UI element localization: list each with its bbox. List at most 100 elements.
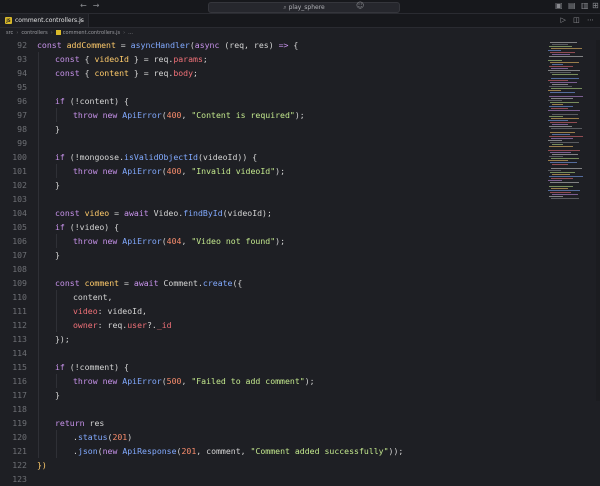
- minimap-line: [551, 108, 569, 109]
- code-token: status: [77, 432, 108, 442]
- code-line[interactable]: 101 throw new ApiError(400, "Invalid vide…: [0, 164, 544, 178]
- minimap-line: [550, 62, 579, 63]
- code-line[interactable]: 115 if (!comment) {: [0, 360, 544, 374]
- indent-guide: [56, 290, 57, 332]
- code-token: (videoId);: [222, 208, 272, 218]
- code-text: throw new ApiError(500, "Failed to add c…: [73, 374, 315, 388]
- toggle-sidebar-icon[interactable]: ▣: [555, 1, 563, 10]
- code-line[interactable]: 114: [0, 346, 544, 360]
- code-line[interactable]: 99: [0, 136, 544, 150]
- code-line[interactable]: 97 throw new ApiError(400, "Content is re…: [0, 108, 544, 122]
- code-line[interactable]: 106 throw new ApiError(404, "Video not fo…: [0, 234, 544, 248]
- code-token: ({: [232, 278, 243, 288]
- code-token: content,: [73, 292, 113, 302]
- split-editor-icon[interactable]: ◫: [573, 16, 580, 24]
- code-line[interactable]: 112 owner: req.user?._id: [0, 318, 544, 332]
- code-line[interactable]: 117}: [0, 388, 544, 402]
- minimap-line: [549, 196, 563, 197]
- layout-icon[interactable]: ⊞: [592, 1, 599, 10]
- code-line[interactable]: 109 const comment = await Comment.create(…: [0, 276, 544, 290]
- minimap-line: [552, 144, 563, 145]
- line-number: 110: [12, 292, 27, 302]
- minimap-line: [550, 152, 571, 153]
- minimap-line: [548, 120, 568, 121]
- code-token: ): [127, 432, 133, 442]
- code-line[interactable]: 100 if (!mongoose.isValidObjectId(videoId…: [0, 150, 544, 164]
- minimap-line: [550, 52, 576, 53]
- code-line[interactable]: 118: [0, 402, 544, 416]
- breadcrumb-symbol[interactable]: ...: [128, 30, 133, 36]
- line-number: 107: [12, 250, 27, 260]
- minimap-line: [549, 46, 573, 47]
- code-text: .json(new ApiResponse(201, comment, "Com…: [73, 444, 403, 458]
- breadcrumb-src[interactable]: src: [6, 30, 13, 36]
- line-number: 105: [12, 222, 27, 232]
- minimap-line: [550, 162, 577, 163]
- code-line[interactable]: 103: [0, 192, 544, 206]
- minimap-line: [549, 86, 573, 87]
- line-number: 92: [17, 40, 27, 50]
- minimap-line: [552, 134, 570, 135]
- code-line[interactable]: 111 video: videoId,: [0, 304, 544, 318]
- close-icon[interactable]: ×: [78, 14, 83, 27]
- minimap-line: [551, 68, 569, 69]
- code-text: const { content } = req.body;: [55, 66, 198, 80]
- code-line[interactable]: 107}: [0, 248, 544, 262]
- code-token: ?.: [146, 320, 157, 330]
- code-line[interactable]: 120 .status(201): [0, 430, 544, 444]
- code-line[interactable]: 108: [0, 262, 544, 276]
- code-token: {: [84, 68, 95, 78]
- minimap-line: [548, 60, 563, 61]
- code-token: "Invalid videoId": [191, 166, 276, 176]
- code-line[interactable]: 92 const addComment = asyncHandler(async …: [0, 38, 544, 52]
- tab-comment-controllers[interactable]: JS comment.controllers.js ×: [0, 14, 89, 27]
- code-line[interactable]: 110 content,: [0, 290, 544, 304]
- code-line[interactable]: 113});: [0, 332, 544, 346]
- code-token: throw new: [73, 236, 123, 246]
- command-center-search[interactable]: ⌕ play_sphere: [208, 2, 400, 13]
- minimap-line: [551, 98, 573, 99]
- toggle-panel-icon[interactable]: ▤: [568, 1, 576, 10]
- code-token: ,: [181, 376, 192, 386]
- run-icon[interactable]: ▷: [561, 16, 566, 24]
- code-line[interactable]: 96 if (!content) {: [0, 94, 544, 108]
- line-number: 100: [12, 152, 27, 162]
- toggle-secondary-sidebar-icon[interactable]: ▥: [581, 1, 589, 10]
- code-editor[interactable]: 92 const addComment = asyncHandler(async …: [0, 38, 544, 484]
- code-line[interactable]: 122}): [0, 458, 544, 472]
- code-line[interactable]: 121 .json(new ApiResponse(201, comment, "…: [0, 444, 544, 458]
- code-token: addComment: [66, 40, 116, 50]
- forward-arrow-icon[interactable]: →: [93, 1, 106, 10]
- code-token: return: [55, 418, 90, 428]
- code-line[interactable]: 119 return res: [0, 416, 544, 430]
- more-actions-icon[interactable]: ⋯: [587, 16, 594, 24]
- vertical-scrollbar[interactable]: [596, 40, 600, 401]
- code-line[interactable]: 105 if (!video) {: [0, 220, 544, 234]
- code-line[interactable]: 98}: [0, 122, 544, 136]
- code-text: if (!mongoose.isValidObjectId(videoId)) …: [55, 150, 257, 164]
- code-line[interactable]: 102}: [0, 178, 544, 192]
- minimap[interactable]: [546, 40, 596, 200]
- code-token: }): [37, 460, 47, 470]
- code-token: videoId: [94, 54, 129, 64]
- minimap-line: [552, 84, 569, 85]
- code-line[interactable]: 94 const { content } = req.body;: [0, 66, 544, 80]
- breadcrumb-file[interactable]: comment.controllers.js: [63, 30, 120, 36]
- breadcrumb-controllers[interactable]: controllers: [21, 30, 47, 36]
- code-line[interactable]: 95: [0, 80, 544, 94]
- code-token: (videoId)) {: [197, 152, 258, 162]
- code-token: async: [194, 40, 225, 50]
- copilot-icon[interactable]: ☺: [356, 1, 364, 10]
- code-line[interactable]: 123: [0, 472, 544, 486]
- minimap-line: [549, 176, 584, 177]
- code-line[interactable]: 93 const { videoId } = req.params;: [0, 52, 544, 66]
- code-text: const comment = await Comment.create({: [55, 276, 242, 290]
- code-line[interactable]: 116 throw new ApiError(500, "Failed to ad…: [0, 374, 544, 388]
- back-arrow-icon[interactable]: ←: [80, 1, 93, 10]
- code-token: );: [304, 376, 315, 386]
- code-line[interactable]: 104 const video = await Video.findById(vi…: [0, 206, 544, 220]
- minimap-line: [550, 82, 577, 83]
- code-token: }: [55, 250, 60, 260]
- javascript-file-icon: JS: [5, 17, 12, 24]
- code-token: const: [55, 68, 85, 78]
